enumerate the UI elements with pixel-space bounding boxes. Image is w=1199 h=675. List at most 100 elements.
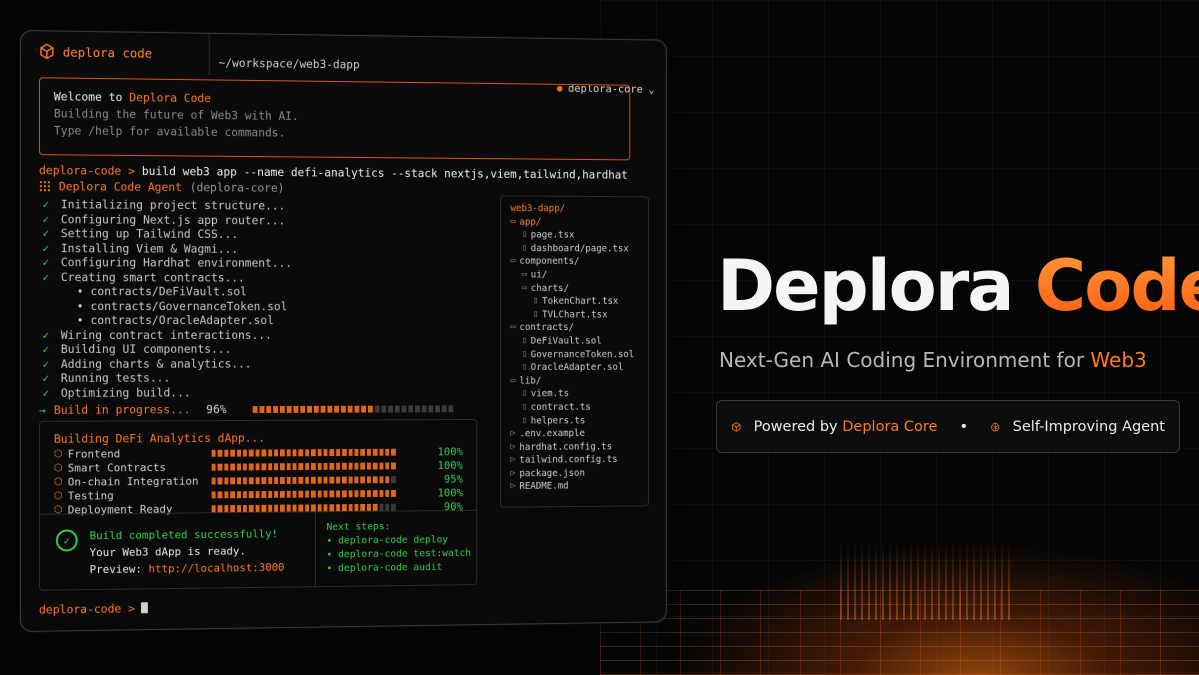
tree-item[interactable]: ▯ page.tsx	[510, 229, 638, 243]
hero-subtitle-prefix: Next-Gen AI Coding Environment for	[719, 348, 1090, 372]
tree-item[interactable]: ▭ contracts/	[510, 322, 638, 335]
hexagon-icon: ⬡	[54, 463, 68, 474]
tree-item[interactable]: ▯ helpers.ts	[510, 414, 638, 428]
tree-item[interactable]: ▷ .env.example	[510, 427, 638, 441]
build-row-percent: 100%	[415, 486, 463, 499]
step-item: ✓ Creating smart contracts...	[39, 270, 487, 286]
folder-icon: ▭	[510, 322, 515, 335]
step-label: Configuring Next.js app router...	[61, 212, 285, 228]
check-icon: ✓	[39, 241, 53, 256]
tree-item[interactable]: ▷ hardhat.config.ts	[510, 440, 638, 454]
tree-item[interactable]: ▯ TokenChart.tsx	[510, 295, 638, 308]
tree-item[interactable]: ▯ contract.ts	[510, 401, 638, 415]
build-row-bar	[212, 476, 415, 484]
tree-item[interactable]: ▯ TVLChart.tsx	[510, 308, 638, 321]
step-sub-item: • contracts/OracleAdapter.sol	[39, 313, 487, 328]
cube-icon	[731, 416, 742, 438]
step-sub-item: • contracts/GovernanceToken.sol	[39, 299, 487, 314]
arrow-right-icon: →	[39, 403, 46, 418]
chevron-right-icon: ▷	[510, 441, 515, 454]
step-item: ✓ Optimizing build...	[39, 384, 487, 400]
step-item: ✓ Building UI components...	[39, 342, 487, 357]
input-prompt[interactable]: deplora-code >	[39, 601, 148, 616]
file-icon: ▯	[522, 229, 527, 242]
file-tree: web3-dapp/ ▭ app/▯ page.tsx ▯ dashboard/page…	[500, 195, 649, 507]
preview-row: Preview: http://localhost:3000	[90, 559, 285, 578]
tree-item[interactable]: ▯ DeFiVault.sol	[510, 335, 638, 348]
build-progress: → Build in progress... 96%	[39, 401, 487, 417]
build-row-label: Smart Contracts	[68, 461, 212, 475]
tree-item[interactable]: ▯ viem.ts	[510, 388, 638, 402]
step-item: ✓ Wiring contract interactions...	[39, 328, 487, 342]
light-beams	[840, 540, 1010, 620]
agent-grid-icon	[39, 180, 51, 192]
chevron-down-icon: ⌄	[648, 83, 654, 96]
terminal-window: deplora code ~/workspace/web3-dapp deplo…	[20, 30, 667, 632]
step-item: ✓ Adding charts & analytics...	[39, 356, 487, 371]
step-label: Optimizing build...	[61, 385, 191, 400]
chevron-right-icon: ▷	[510, 481, 515, 494]
folder-icon: ▭	[510, 375, 515, 388]
step-sub-item: • contracts/DeFiVault.sol	[39, 284, 487, 299]
welcome-prefix: Welcome to	[54, 89, 129, 104]
step-list: ✓ Initializing project structure... ✓ Confi…	[39, 197, 487, 417]
step-label: Creating smart contracts...	[61, 270, 245, 285]
tree-item[interactable]: ▯ OracleAdapter.sol	[510, 361, 638, 374]
tree-item-label: viem.ts	[531, 388, 569, 401]
chevron-right-icon: ▷	[510, 454, 515, 467]
tree-item[interactable]: ▷ package.json	[510, 467, 638, 481]
tree-item[interactable]: ▭ app/	[510, 215, 638, 229]
check-icon: ✓	[39, 270, 53, 285]
tree-item[interactable]: ▭ components/	[510, 255, 638, 269]
hexagon-icon: ⬡	[54, 490, 68, 501]
check-icon: ✓	[39, 328, 53, 342]
folder-icon: ▭	[510, 255, 515, 268]
hero-title-white: Deplora	[717, 245, 1035, 327]
step-label: Adding charts & analytics...	[61, 356, 252, 371]
app-brand: deplora code	[39, 43, 152, 61]
folder-open-icon: ▭	[510, 215, 515, 228]
build-row-label: On-chain Integration	[68, 475, 212, 489]
step-label: Installing Viem & Wagmi...	[61, 241, 238, 256]
powered-by-text: Powered by Deplora Core	[754, 419, 938, 435]
tree-item-label: dashboard/page.tsx	[531, 242, 629, 256]
tree-item-label: TokenChart.tsx	[542, 295, 618, 308]
preview-link[interactable]: http://localhost:3000	[148, 561, 284, 575]
hero-subtitle: Next-Gen AI Coding Environment for Web3	[719, 348, 1147, 372]
tree-item-label: charts/	[531, 282, 569, 295]
step-label: Running tests...	[61, 371, 170, 386]
check-icon: ✓	[39, 356, 53, 371]
progress-label: Build in progress...	[54, 402, 191, 417]
progress-percent: 96%	[206, 402, 245, 417]
check-circle-icon: ✓	[56, 529, 78, 551]
text-cursor	[141, 602, 148, 613]
hexagon-icon: ⬡	[54, 449, 68, 460]
hero-subtitle-accent: Web3	[1090, 348, 1146, 372]
app-brand-label: deplora code	[63, 44, 152, 60]
tree-item[interactable]: ▯ GovernanceToken.sol	[510, 348, 638, 361]
check-icon: ✓	[39, 197, 53, 212]
tree-item[interactable]: ▭ charts/	[510, 282, 638, 295]
powered-by-prefix: Powered by	[754, 419, 843, 435]
tree-item-label: app/	[519, 216, 541, 229]
tree-item-label: OracleAdapter.sol	[531, 361, 624, 374]
tree-item-label: DeFiVault.sol	[531, 335, 602, 348]
next-step-item: • deplora-code audit	[326, 561, 471, 576]
file-icon: ▯	[522, 401, 527, 414]
tree-item[interactable]: ▷ README.md	[510, 480, 638, 494]
tree-item[interactable]: ▷ tailwind.config.ts	[510, 453, 638, 467]
progress-bar	[253, 405, 454, 413]
tree-item[interactable]: ▭ ui/	[510, 269, 638, 283]
build-row-percent: 100%	[415, 459, 463, 472]
build-rows: ⬡ Frontend 100% ⬡ Smart Contracts 100% ⬡ On-cha…	[54, 445, 473, 516]
folder-icon: ▭	[522, 282, 527, 295]
file-icon: ▯	[522, 242, 527, 255]
welcome-brand: Deplora Code	[129, 90, 211, 105]
file-icon: ▯	[522, 414, 527, 427]
brain-icon	[990, 416, 1001, 438]
folder-icon: ▭	[522, 269, 527, 282]
build-row-label: Frontend	[68, 447, 212, 461]
agent-sub: (deplora-core)	[190, 180, 285, 195]
tree-item[interactable]: ▯ dashboard/page.tsx	[510, 242, 638, 256]
tree-item[interactable]: ▭ lib/	[510, 374, 638, 388]
